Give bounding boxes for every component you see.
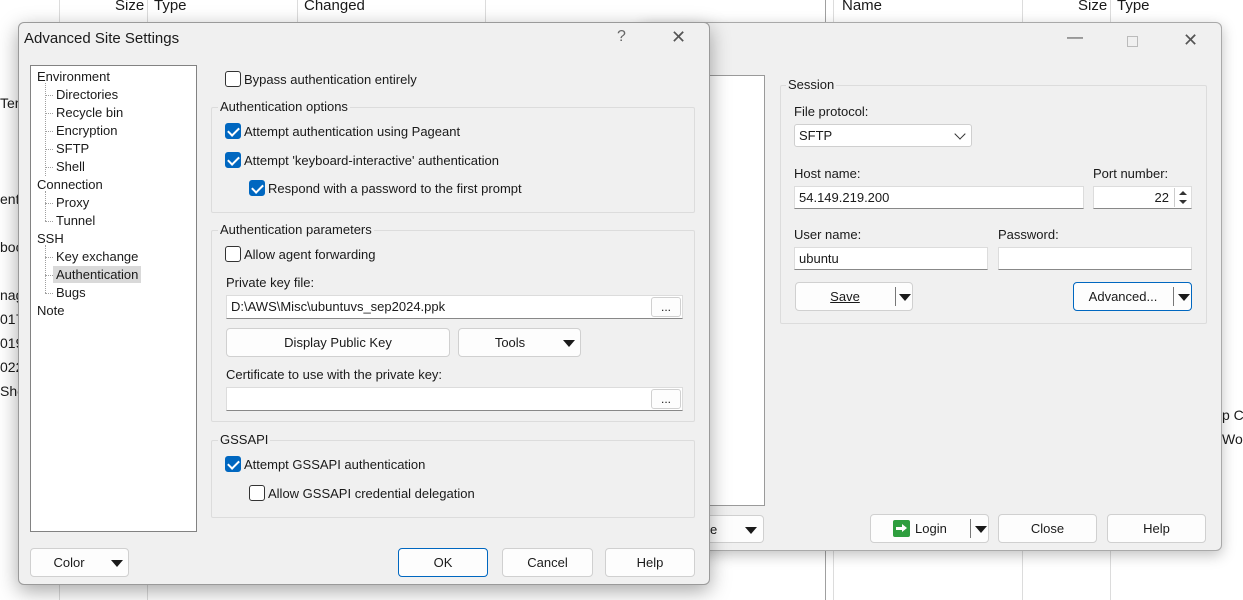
login-button[interactable]: Login [870,514,989,543]
tree-item-key-exchange[interactable]: Key exchange [53,248,141,265]
password-input[interactable] [998,247,1192,270]
site-list[interactable] [710,75,765,506]
port-spinner[interactable] [1174,188,1190,207]
color-button[interactable]: Color [30,548,129,577]
tools-button[interactable]: Tools [458,328,581,357]
maximize-icon[interactable] [1127,36,1138,47]
bypass-auth-label: Bypass authentication entirely [244,72,417,87]
tree-item-shell[interactable]: Shell [53,158,88,175]
login-window: — ✕ e Session File protocol: SFTP Host n… [640,22,1222,551]
settings-tree[interactable]: Environment Directories Recycle bin Encrypt… [30,65,197,532]
user-name-input[interactable]: ubuntu [794,247,988,270]
save-button[interactable]: Save [795,282,913,311]
file-type-fragment[interactable]: p C. [1222,407,1243,423]
dropdown-arrow-icon [745,527,757,534]
dropdown-arrow-icon[interactable] [1178,294,1190,301]
minimize-icon[interactable]: — [1067,29,1083,47]
file-protocol-label: File protocol: [794,104,869,119]
bypass-auth-checkbox[interactable] [225,71,241,87]
auth-params-title: Authentication parameters [218,222,374,237]
tree-item-tunnel[interactable]: Tunnel [53,212,98,229]
tree-item-connection[interactable]: Connection [34,176,106,193]
tree-item-encryption[interactable]: Encryption [53,122,120,139]
gssapi-group [211,440,695,518]
tree-item-bugs[interactable]: Bugs [53,284,89,301]
keyboard-interactive-label: Attempt 'keyboard-interactive' authentic… [244,153,499,168]
help-button[interactable]: Help [1107,514,1206,543]
user-name-label: User name: [794,227,862,242]
close-icon[interactable]: ✕ [671,27,686,48]
gssapi-delegation-label: Allow GSSAPI credential delegation [268,486,475,501]
dropdown-arrow-icon [563,340,575,347]
column-header-changed[interactable]: Changed [304,0,365,14]
dropdown-arrow-icon[interactable] [899,294,911,301]
gssapi-title: GSSAPI [218,432,271,447]
keyboard-interactive-checkbox[interactable] [225,152,241,168]
gssapi-checkbox[interactable] [225,456,241,472]
session-title: Session [786,77,837,92]
certificate-input[interactable] [226,387,683,411]
column-divider [297,0,298,22]
agent-forwarding-label: Allow agent forwarding [244,247,376,262]
close-icon[interactable]: ✕ [1183,30,1198,51]
tree-item-directories[interactable]: Directories [53,86,121,103]
pageant-label: Attempt authentication using Pageant [244,124,461,139]
help-button[interactable]: Help [605,548,695,577]
file-type-fragment[interactable]: Wo [1222,431,1243,447]
tree-item-authentication[interactable]: Authentication [53,266,142,283]
file-protocol-select[interactable]: SFTP [794,124,972,147]
respond-password-checkbox[interactable] [249,180,265,196]
password-label: Password: [998,227,1059,242]
help-icon[interactable]: ? [617,28,626,46]
column-header-type[interactable]: Type [154,0,187,14]
dropdown-arrow-icon [111,560,123,567]
tree-item-note[interactable]: Note [34,302,67,319]
cancel-button[interactable]: Cancel [502,548,593,577]
port-number-label: Port number: [1093,166,1169,181]
tools-button[interactable]: e [710,515,764,543]
certificate-label: Certificate to use with the private key: [226,367,443,382]
tree-item-recycle-bin[interactable]: Recycle bin [53,104,126,121]
tree-item-environment[interactable]: Environment [34,68,113,85]
auth-options-title: Authentication options [218,99,350,114]
browse-key-button[interactable]: ... [651,297,681,317]
close-button[interactable]: Close [998,514,1097,543]
tree-item-ssh[interactable]: SSH [34,230,67,247]
column-header-name[interactable]: Name [842,0,882,14]
column-header-size[interactable]: Size [1078,0,1107,14]
tree-item-sftp[interactable]: SFTP [53,140,92,157]
chevron-down-icon [954,128,966,140]
dropdown-arrow-icon[interactable] [975,526,987,533]
private-key-input[interactable]: D:\AWS\Misc\ubuntuvs_sep2024.ppk [226,295,683,319]
display-public-key-button[interactable]: Display Public Key [226,328,450,357]
host-name-input[interactable]: 54.149.219.200 [794,186,1084,209]
dialog-title: Advanced Site Settings [24,30,180,47]
spin-up-icon[interactable] [1179,191,1187,195]
column-divider [485,0,486,22]
login-icon [893,520,910,537]
gssapi-delegation-checkbox[interactable] [249,485,265,501]
pageant-checkbox[interactable] [225,123,241,139]
column-header-type[interactable]: Type [1117,0,1150,14]
private-key-label: Private key file: [226,275,315,290]
respond-password-label: Respond with a password to the first pro… [268,181,522,196]
tree-item-proxy[interactable]: Proxy [53,194,92,211]
advanced-site-settings-dialog: Advanced Site Settings ? ✕ Environment Di… [18,22,710,585]
browse-certificate-button[interactable]: ... [651,389,681,409]
agent-forwarding-checkbox[interactable] [225,246,241,262]
advanced-button[interactable]: Advanced... [1073,282,1192,311]
gssapi-label: Attempt GSSAPI authentication [244,457,426,472]
host-name-label: Host name: [794,166,861,181]
ok-button[interactable]: OK [398,548,488,577]
column-header-size[interactable]: Size [115,0,144,14]
spin-down-icon[interactable] [1179,200,1187,204]
file-name-fragment[interactable]: ent [0,191,19,207]
